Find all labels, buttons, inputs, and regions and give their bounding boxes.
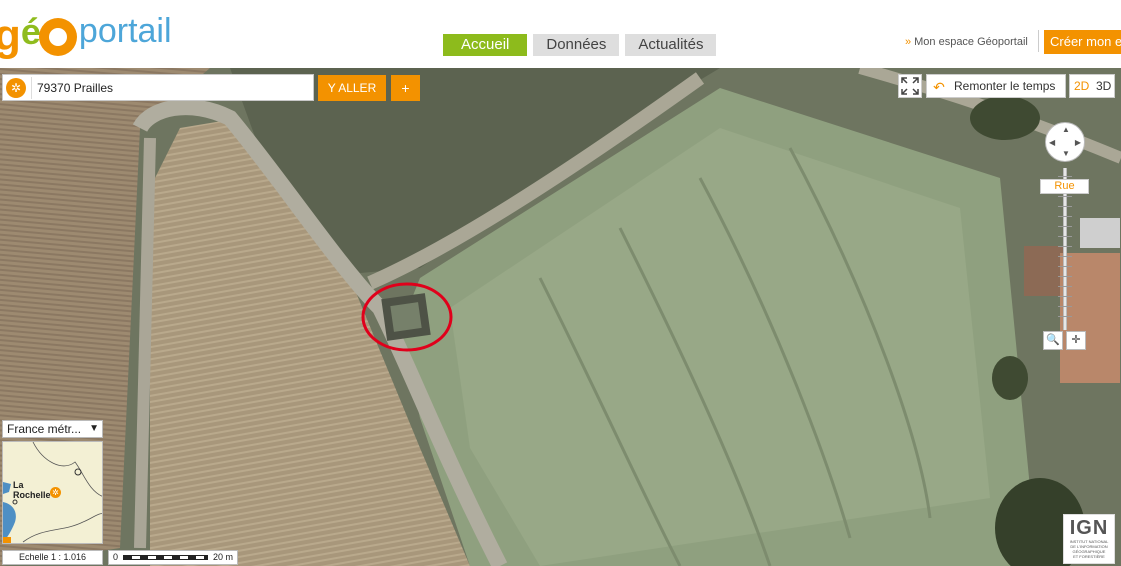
location-search: ✲ — [2, 74, 314, 101]
fullscreen-icon — [901, 77, 919, 95]
scale-bar-graphic — [123, 555, 208, 560]
time-travel-button[interactable]: ↶ Remonter le temps — [926, 74, 1066, 98]
zoom-box-button[interactable]: 🔍 — [1043, 331, 1063, 350]
territory-select[interactable]: France métr... ▼ — [2, 420, 103, 438]
mode-2d-button[interactable]: 2D — [1074, 75, 1089, 97]
map-view[interactable]: ✲ Y ALLER + ↶ Remonter le temps 2D 3D ▲ … — [0, 68, 1121, 566]
my-space-link[interactable]: » Mon espace Géoportail — [905, 36, 1028, 48]
more-options-button[interactable]: + — [391, 75, 420, 101]
pan-left-icon[interactable]: ◀ — [1049, 139, 1055, 147]
aerial-imagery — [0, 68, 1121, 566]
go-button[interactable]: Y ALLER — [318, 75, 386, 101]
overview-map[interactable]: La Rochelle ✲ — [2, 441, 103, 544]
search-input[interactable] — [37, 78, 307, 98]
zoom-ticks — [1058, 176, 1072, 326]
search-divider — [31, 77, 32, 99]
ign-line-4: ET FORESTIÈRE — [1073, 554, 1105, 559]
logo-e: é — [20, 11, 41, 52]
overview-town-label: La Rochelle — [13, 480, 51, 500]
center-button[interactable]: ✛ — [1066, 331, 1086, 350]
location-marker-icon: ✲ — [50, 487, 61, 498]
pan-right-icon[interactable]: ▶ — [1075, 139, 1081, 147]
chevron-down-icon: ▼ — [89, 423, 99, 434]
scale-distance: 20 m — [213, 552, 234, 562]
pan-control[interactable]: ▲ ▼ ◀ ▶ — [1045, 122, 1085, 162]
my-space-label: Mon espace Géoportail — [914, 36, 1028, 48]
time-travel-label: Remonter le temps — [954, 79, 1056, 93]
pan-up-icon[interactable]: ▲ — [1062, 126, 1070, 134]
scale-ratio: Echelle 1 : 1.016 — [2, 550, 103, 565]
tab-actualites[interactable]: Actualités — [625, 34, 717, 56]
fullscreen-button[interactable] — [898, 74, 922, 98]
header: g é portail Accueil Données Actualités »… — [0, 0, 1121, 68]
pan-down-icon[interactable]: ▼ — [1062, 150, 1070, 158]
view-mode-toggle: 2D 3D — [1069, 74, 1115, 98]
zoom-level-label[interactable]: Rue — [1040, 179, 1089, 194]
header-divider — [1038, 30, 1039, 52]
create-account-button[interactable]: Créer mon e — [1044, 30, 1121, 54]
logo-g: g — [0, 11, 21, 60]
scale-bar: 0 20 m — [108, 550, 238, 565]
crosshair-icon: ✛ — [1071, 334, 1081, 346]
undo-arrow-icon: ↶ — [933, 79, 945, 95]
scale-zero: 0 — [113, 552, 119, 562]
mode-3d-button[interactable]: 3D — [1096, 75, 1111, 97]
logo-o-icon — [38, 18, 77, 56]
location-pin-icon[interactable]: ✲ — [6, 78, 26, 98]
logo-portail: portail — [78, 12, 172, 50]
ign-title: IGN — [1069, 517, 1109, 539]
tab-donnees[interactable]: Données — [533, 34, 620, 56]
territory-value: France métr... — [7, 422, 82, 436]
magnifier-icon: 🔍 — [1046, 334, 1060, 346]
geoportail-logo[interactable]: g é portail — [0, 6, 172, 58]
tab-accueil[interactable]: Accueil — [443, 34, 528, 56]
chevron-right-icon: » — [905, 36, 912, 48]
main-nav: Accueil Données Actualités — [443, 34, 717, 56]
ign-logo[interactable]: IGN INSTITUT NATIONAL DE L'INFORMATION G… — [1063, 514, 1115, 564]
